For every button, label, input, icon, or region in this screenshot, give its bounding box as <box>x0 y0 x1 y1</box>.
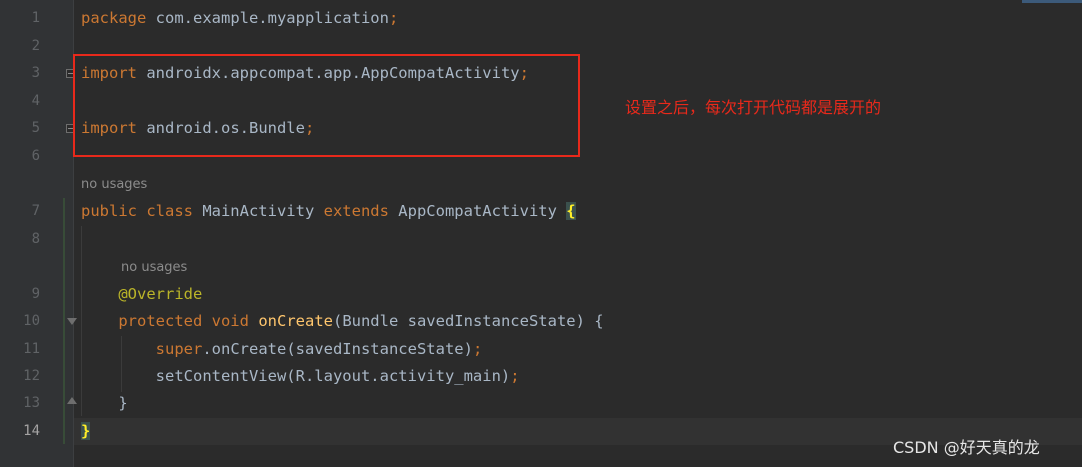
code-token: .onCreate(savedInstanceState) <box>202 340 473 358</box>
code-token: } <box>81 422 91 440</box>
code-line[interactable]: protected void onCreate(Bundle savedInst… <box>81 308 604 335</box>
code-token: } <box>81 394 128 412</box>
usage-hint-method[interactable]: no usages <box>121 258 187 278</box>
line-number: 9 <box>31 286 40 302</box>
code-line[interactable]: super.onCreate(savedInstanceState); <box>81 336 483 363</box>
code-token: ; <box>510 367 520 385</box>
line-number: 10 <box>23 313 40 329</box>
code-token: AppCompatActivity <box>388 202 567 220</box>
watermark: CSDN @好天真的龙 <box>893 438 1040 457</box>
code-token: extends <box>323 202 389 220</box>
code-token: MainActivity <box>192 202 324 220</box>
code-line[interactable]: @Override <box>81 281 202 308</box>
code-token: onCreate <box>258 312 333 330</box>
line-number: 1 <box>31 10 40 26</box>
line-number: 11 <box>23 341 40 357</box>
usage-hint-class[interactable]: no usages <box>81 175 147 195</box>
code-line[interactable]: package com.example.myapplication; <box>81 5 398 32</box>
code-token: super <box>155 340 203 358</box>
line-number: 4 <box>31 93 40 109</box>
line-number: 8 <box>31 231 40 247</box>
annotation-note: 设置之后，每次打开代码都是展开的 <box>625 98 882 117</box>
line-number: 2 <box>31 38 40 54</box>
code-line[interactable]: public class MainActivity extends AppCom… <box>81 198 576 225</box>
code-token: { <box>566 202 576 220</box>
scroll-marker <box>1022 0 1082 3</box>
code-token: ; <box>388 9 399 27</box>
code-token: setContentView(R.layout.activity_main) <box>81 367 511 385</box>
line-number: 6 <box>31 148 40 164</box>
line-number: 13 <box>23 395 40 411</box>
highlight-box <box>73 54 580 157</box>
code-token: @Override <box>118 285 203 303</box>
line-number: 3 <box>31 65 40 81</box>
code-token: com.example.myapplication <box>146 9 389 27</box>
code-token: package <box>81 9 147 27</box>
line-number: 5 <box>31 120 40 136</box>
vcs-change-marker <box>63 198 65 444</box>
code-token: (Bundle savedInstanceState) { <box>332 312 604 330</box>
line-number: 7 <box>31 203 40 219</box>
indent-guide <box>121 336 122 392</box>
fold-method-start-icon[interactable] <box>67 318 77 325</box>
indent-guide <box>81 226 82 416</box>
top-edge <box>0 0 1082 3</box>
code-token: public class <box>81 202 193 220</box>
line-number: 12 <box>23 368 40 384</box>
code-line[interactable]: } <box>81 390 128 417</box>
code-line[interactable]: setContentView(R.layout.activity_main); <box>81 363 520 390</box>
line-number: 14 <box>23 423 40 439</box>
fold-method-end-icon[interactable] <box>67 397 77 404</box>
code-token: protected void <box>118 312 249 330</box>
code-line[interactable]: } <box>81 418 91 445</box>
code-token: ; <box>472 340 483 358</box>
